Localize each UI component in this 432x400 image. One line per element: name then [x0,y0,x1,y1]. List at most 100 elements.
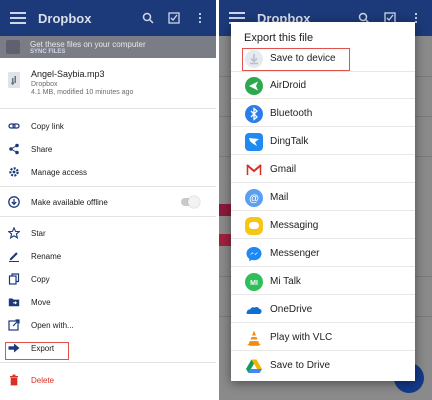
app-bar: Dropbox [0,0,216,36]
option-label: Mi Talk [270,276,301,287]
option-label: Play with VLC [270,332,333,343]
option-messenger[interactable]: Messenger [231,242,415,266]
app-title: Dropbox [38,10,92,26]
mail-icon: @ [245,189,263,207]
link-icon [8,123,20,129]
sync-banner: Get these files on your computer SYNC FI… [0,36,216,58]
export-dialog: Export this file Save to device AirDroid… [231,22,415,381]
drive-icon [245,357,263,375]
divider [231,210,415,211]
offline-download-icon [8,196,20,208]
offline-item[interactable]: Make available offline [0,192,216,212]
file-location: Dropbox [31,81,58,88]
search-icon[interactable] [142,12,154,24]
option-mail[interactable]: @ Mail [231,186,415,210]
option-play-with-vlc[interactable]: Play with VLC [231,326,415,350]
file-thumbnail [219,204,231,216]
copy-icon [8,273,20,285]
svg-text:@: @ [249,194,259,205]
copy-item[interactable]: Copy [0,269,216,289]
export-highlight-box [5,342,69,360]
divider [231,350,415,351]
vlc-icon [245,329,263,347]
option-label: DingTalk [270,136,309,147]
divider [231,71,415,72]
option-dingtalk[interactable]: DingTalk [231,130,415,154]
bluetooth-icon [245,105,263,123]
option-label: Messaging [270,220,319,231]
divider [0,108,216,109]
manage-access-label: Manage access [31,167,88,177]
option-label: OneDrive [270,304,313,315]
copy-label: Copy [31,274,50,284]
option-save-to-drive[interactable]: Save to Drive [231,354,415,378]
rename-item[interactable]: Rename [0,246,216,266]
divider [0,186,216,187]
trash-icon [10,374,18,386]
option-bluetooth[interactable]: Bluetooth [231,102,415,126]
audio-file-icon [8,72,20,88]
open-with-label: Open with... [31,320,74,330]
banner-text: Get these files on your computer [30,40,146,49]
messenger-icon [245,245,263,263]
gmail-icon [245,161,263,179]
option-gmail[interactable]: Gmail [231,158,415,182]
computer-icon [6,40,20,54]
rename-label: Rename [31,251,62,261]
option-messaging[interactable]: Messaging [231,214,415,238]
option-label: Mail [270,192,289,203]
gear-icon [9,167,19,177]
mitalk-icon: MI [245,273,263,291]
save-to-device-highlight-box [242,48,350,71]
file-header: Angel-Saybia.mp3 Dropbox 4.1 MB, modifie… [0,58,216,106]
option-label: Messenger [270,248,320,259]
pencil-icon [9,252,19,262]
option-label: Save to Drive [270,360,331,371]
divider [231,98,415,99]
manage-access-item[interactable]: Manage access [0,162,216,182]
file-meta: 4.1 MB, modified 10 minutes ago [31,89,134,96]
option-label: AirDroid [270,80,307,91]
more-options-icon[interactable] [194,12,206,24]
option-onedrive[interactable]: OneDrive [231,298,415,322]
open-with-item[interactable]: Open with... [0,315,216,335]
dingtalk-icon [245,133,263,151]
toggle-knob [188,196,200,208]
share-item[interactable]: Share [0,139,216,159]
file-name: Angel-Saybia.mp3 [31,69,105,79]
divider [0,362,216,363]
copy-link-label: Copy link [31,121,64,131]
hamburger-menu-icon[interactable] [10,12,26,24]
sync-files-link[interactable]: SYNC FILES [30,49,65,55]
star-item[interactable]: Star [0,223,216,243]
checkbox-select-icon[interactable] [168,12,180,24]
move-label: Move [31,297,51,307]
copy-link-item[interactable]: Copy link [0,116,216,136]
option-mi-talk[interactable]: MI Mi Talk [231,270,415,294]
divider [231,322,415,323]
divider [231,238,415,239]
onedrive-icon [245,301,263,319]
delete-item[interactable]: Delete [0,370,216,390]
star-label: Star [31,228,46,238]
divider [231,266,415,267]
file-thumbnail [219,234,231,246]
dialog-title: Export this file [244,32,314,44]
offline-label: Make available offline [31,197,108,207]
messaging-icon [245,217,263,235]
offline-toggle[interactable] [181,196,200,208]
option-label: Bluetooth [270,108,313,119]
open-external-icon [8,319,20,331]
share-label: Share [31,144,53,154]
star-icon [8,227,20,239]
divider [231,294,415,295]
move-item[interactable]: Move [0,292,216,312]
divider [231,182,415,183]
option-airdroid[interactable]: AirDroid [231,74,415,98]
share-icon [9,143,19,155]
option-label: Gmail [270,164,297,175]
svg-text:MI: MI [250,280,258,287]
divider [231,126,415,127]
airdroid-icon [245,77,263,95]
left-screenshot: Dropbox Get these files on your computer… [0,0,216,400]
